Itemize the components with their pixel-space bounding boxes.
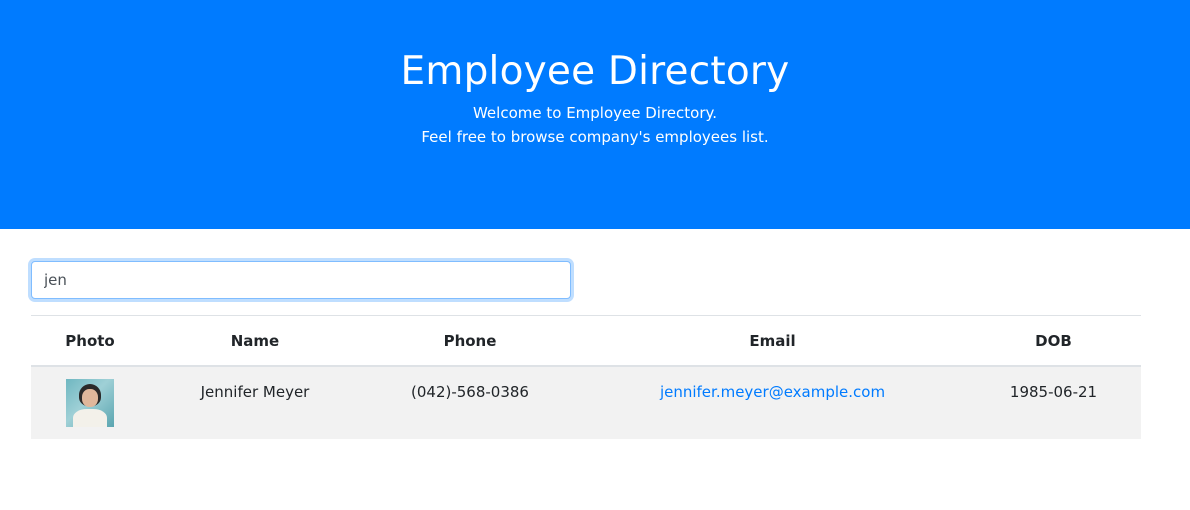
employee-phone: (042)-568-0386 xyxy=(411,383,529,401)
column-header-phone[interactable]: Phone xyxy=(361,315,579,367)
page-header: Employee Directory Welcome to Employee D… xyxy=(0,0,1190,229)
email-cell: jennifer.meyer@example.com xyxy=(579,366,966,439)
header-welcome-text: Welcome to Employee Directory. xyxy=(472,104,718,122)
page-title: Employee Directory xyxy=(400,49,790,94)
employee-photo xyxy=(66,379,114,427)
phone-cell: (042)-568-0386 xyxy=(361,366,579,439)
column-header-photo[interactable]: Photo xyxy=(31,315,149,367)
photo-cell xyxy=(31,366,149,439)
employee-email-link[interactable]: jennifer.meyer@example.com xyxy=(660,383,885,401)
table-header-row: Photo Name Phone Email DOB xyxy=(31,315,1141,367)
employee-name: Jennifer Meyer xyxy=(200,383,310,401)
search-input[interactable] xyxy=(31,261,571,299)
header-browse-text: Feel free to browse company's employees … xyxy=(421,128,769,146)
column-header-dob[interactable]: DOB xyxy=(966,315,1141,367)
name-cell: Jennifer Meyer xyxy=(149,366,361,439)
employee-dob: 1985-06-21 xyxy=(1009,383,1098,401)
column-header-name[interactable]: Name xyxy=(149,315,361,367)
column-header-email[interactable]: Email xyxy=(579,315,966,367)
employee-table: Photo Name Phone Email DOB Jennifer Meye… xyxy=(31,315,1141,439)
table-row: Jennifer Meyer (042)-568-0386 jennifer.m… xyxy=(31,366,1141,439)
dob-cell: 1985-06-21 xyxy=(966,366,1141,439)
